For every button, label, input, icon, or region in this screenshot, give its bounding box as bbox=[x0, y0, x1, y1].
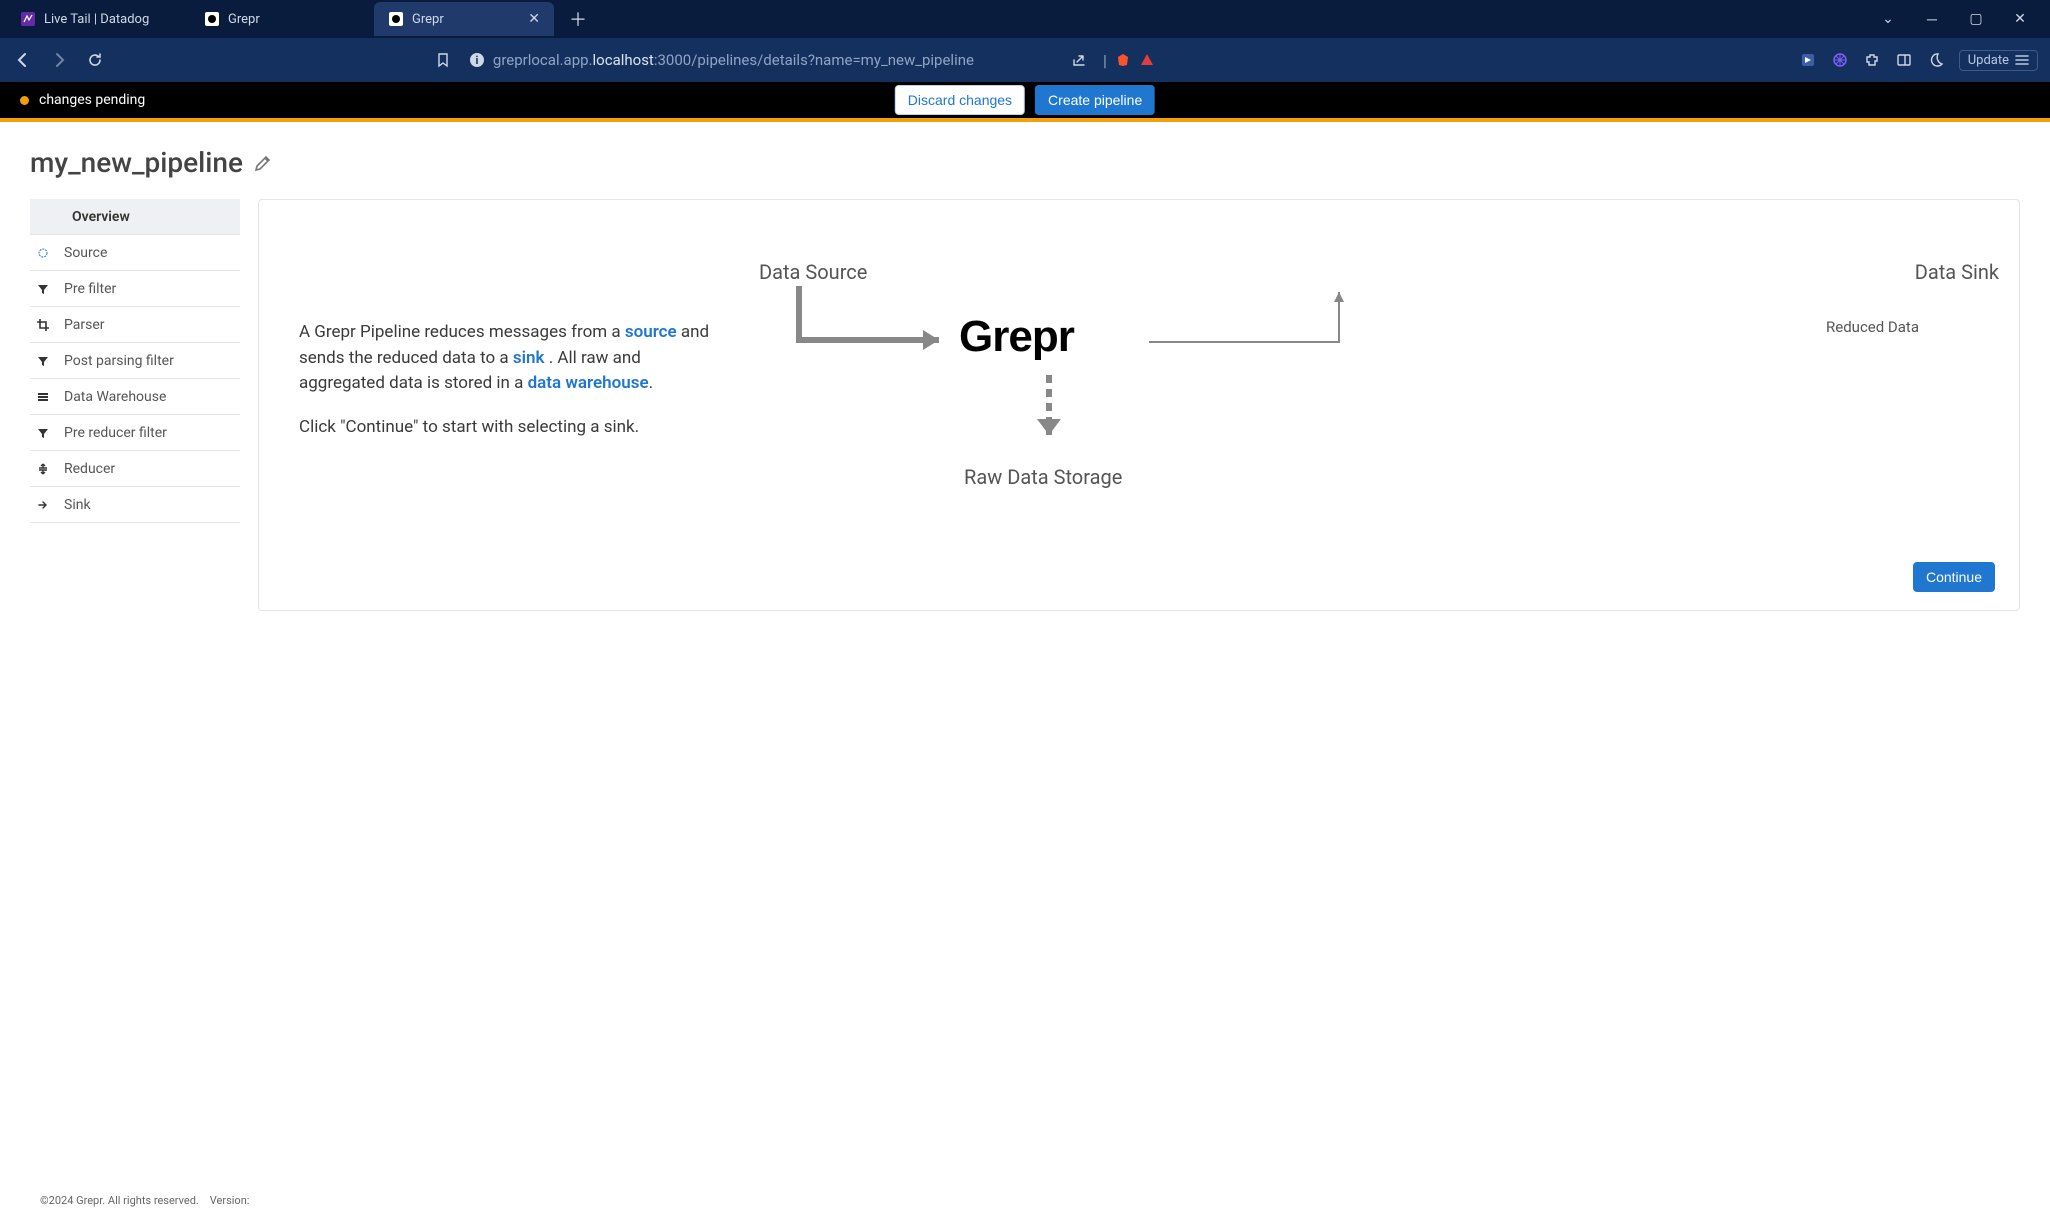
sidebar-item-overview[interactable]: Overview bbox=[30, 199, 240, 235]
sidebar-item-post-parsing-filter[interactable]: Post parsing filter bbox=[30, 343, 240, 379]
overview-text: A Grepr Pipeline reduces messages from a… bbox=[299, 250, 719, 440]
page-title: my_new_pipeline bbox=[30, 146, 243, 179]
pipeline-diagram: Data Source Data Sink Reduced Data Raw D… bbox=[749, 250, 1979, 550]
menu-icon bbox=[2015, 54, 2029, 66]
pending-dot-icon bbox=[20, 96, 29, 105]
maximize-icon[interactable]: ▢ bbox=[1966, 11, 1986, 28]
discard-changes-button[interactable]: Discard changes bbox=[895, 85, 1025, 115]
footer: ©2024 Grepr. All rights reserved. Versio… bbox=[30, 1184, 2020, 1215]
sidebar-item-label: Post parsing filter bbox=[64, 353, 174, 369]
favicon-grepr bbox=[388, 11, 404, 27]
continue-button[interactable]: Continue bbox=[1913, 562, 1995, 592]
create-pipeline-button[interactable]: Create pipeline bbox=[1035, 85, 1155, 115]
browser-chrome: Live Tail | Datadog Grepr Grepr ✕ ＋ ⌄ ─ … bbox=[0, 0, 2050, 82]
sidebar-item-label: Pre filter bbox=[64, 281, 116, 297]
sidebar-item-parser[interactable]: Parser bbox=[30, 307, 240, 343]
edit-title-icon[interactable] bbox=[253, 153, 273, 173]
link-source[interactable]: source bbox=[625, 322, 677, 342]
warning-icon[interactable] bbox=[1139, 52, 1155, 68]
sidebar-item-reducer[interactable]: Reducer bbox=[30, 451, 240, 487]
page-body: my_new_pipeline Overview Source bbox=[0, 122, 2050, 1215]
tab-close-icon[interactable]: ✕ bbox=[528, 11, 540, 27]
sidebar-item-label: Data Warehouse bbox=[64, 389, 166, 405]
tab-label: Live Tail | Datadog bbox=[44, 12, 149, 27]
sidebar-item-label: Sink bbox=[64, 497, 91, 513]
bookmark-icon[interactable] bbox=[435, 52, 451, 68]
pending-actions: Discard changes Create pipeline bbox=[895, 85, 1155, 115]
tab-grepr-active[interactable]: Grepr ✕ bbox=[374, 2, 554, 36]
footer-copyright: ©2024 Grepr. All rights reserved. bbox=[40, 1194, 199, 1207]
browser-toolbar: i greprlocal.app.localhost:3000/pipeline… bbox=[0, 38, 2050, 82]
svg-text:i: i bbox=[475, 54, 478, 67]
extensions-icon[interactable] bbox=[1863, 51, 1881, 69]
sidebar-item-label: Reducer bbox=[64, 461, 115, 477]
sidebar-item-label: Overview bbox=[72, 209, 130, 225]
sidebar-item-pre-filter[interactable]: Pre filter bbox=[30, 271, 240, 307]
sidebar-item-sink[interactable]: Sink bbox=[30, 487, 240, 523]
sidepanel-icon[interactable] bbox=[1895, 51, 1913, 69]
window-controls: ⌄ ─ ▢ ✕ bbox=[1858, 11, 2050, 28]
update-button[interactable]: Update bbox=[1959, 50, 2038, 71]
link-sink[interactable]: sink bbox=[513, 348, 545, 368]
crop-icon bbox=[30, 318, 56, 332]
sidebar-item-label: Source bbox=[64, 245, 107, 261]
tab-strip: Live Tail | Datadog Grepr Grepr ✕ ＋ ⌄ ─ … bbox=[0, 0, 2050, 38]
footer-version-label: Version: bbox=[210, 1194, 250, 1207]
favicon-grepr bbox=[204, 11, 220, 27]
diagram-arrows bbox=[749, 250, 1389, 510]
diagram-label-data-sink: Data Sink bbox=[1915, 260, 1999, 284]
tab-label: Grepr bbox=[412, 12, 444, 27]
circle-dot-icon bbox=[30, 247, 56, 259]
arrow-right-icon bbox=[30, 498, 56, 512]
reload-button[interactable] bbox=[84, 49, 106, 71]
columns: Overview Source Pre filter bbox=[30, 199, 2020, 611]
update-label: Update bbox=[1968, 53, 2009, 68]
site-info-icon[interactable]: i bbox=[469, 52, 485, 68]
compress-icon bbox=[30, 462, 56, 476]
favicon-datadog bbox=[20, 11, 36, 27]
back-button[interactable] bbox=[12, 49, 34, 71]
minimize-icon[interactable]: ─ bbox=[1922, 11, 1942, 28]
sidebar-item-pre-reducer-filter[interactable]: Pre reducer filter bbox=[30, 415, 240, 451]
share-icon[interactable] bbox=[1071, 52, 1087, 68]
new-tab-button[interactable]: ＋ bbox=[564, 5, 592, 33]
toolbar-right: Update bbox=[1799, 50, 2038, 71]
funnel-icon bbox=[30, 426, 56, 440]
address-bar[interactable]: i greprlocal.app.localhost:3000/pipeline… bbox=[435, 45, 1155, 75]
moon-icon[interactable] bbox=[1927, 51, 1945, 69]
tab-datadog[interactable]: Live Tail | Datadog bbox=[6, 2, 186, 36]
database-icon bbox=[30, 390, 56, 404]
sidebar-item-source[interactable]: Source bbox=[30, 235, 240, 271]
app: changes pending Discard changes Create p… bbox=[0, 82, 2050, 1215]
funnel-icon bbox=[30, 354, 56, 368]
pending-bar: changes pending Discard changes Create p… bbox=[0, 82, 2050, 122]
funnel-icon bbox=[30, 282, 56, 296]
url-text: greprlocal.app.localhost:3000/pipelines/… bbox=[493, 51, 974, 69]
brave-icon[interactable] bbox=[1115, 52, 1131, 68]
link-data-warehouse[interactable]: data warehouse bbox=[528, 373, 649, 393]
diagram-label-reduced-data: Reduced Data bbox=[1826, 318, 1919, 336]
dropdown-icon[interactable]: ⌄ bbox=[1878, 11, 1898, 28]
ext-icon-2[interactable] bbox=[1831, 51, 1849, 69]
sidebar-item-data-warehouse[interactable]: Data Warehouse bbox=[30, 379, 240, 415]
tab-grepr-1[interactable]: Grepr bbox=[190, 2, 370, 36]
forward-button[interactable] bbox=[48, 49, 70, 71]
overview-panel: A Grepr Pipeline reduces messages from a… bbox=[258, 199, 2020, 611]
tab-label: Grepr bbox=[228, 12, 260, 27]
pipeline-steps-sidebar: Overview Source Pre filter bbox=[30, 199, 240, 523]
pending-text: changes pending bbox=[39, 92, 145, 108]
ext-icon-1[interactable] bbox=[1799, 51, 1817, 69]
close-window-icon[interactable]: ✕ bbox=[2010, 11, 2030, 28]
title-row: my_new_pipeline bbox=[30, 146, 2020, 179]
sidebar-item-label: Pre reducer filter bbox=[64, 425, 167, 441]
sidebar-item-label: Parser bbox=[64, 317, 105, 333]
